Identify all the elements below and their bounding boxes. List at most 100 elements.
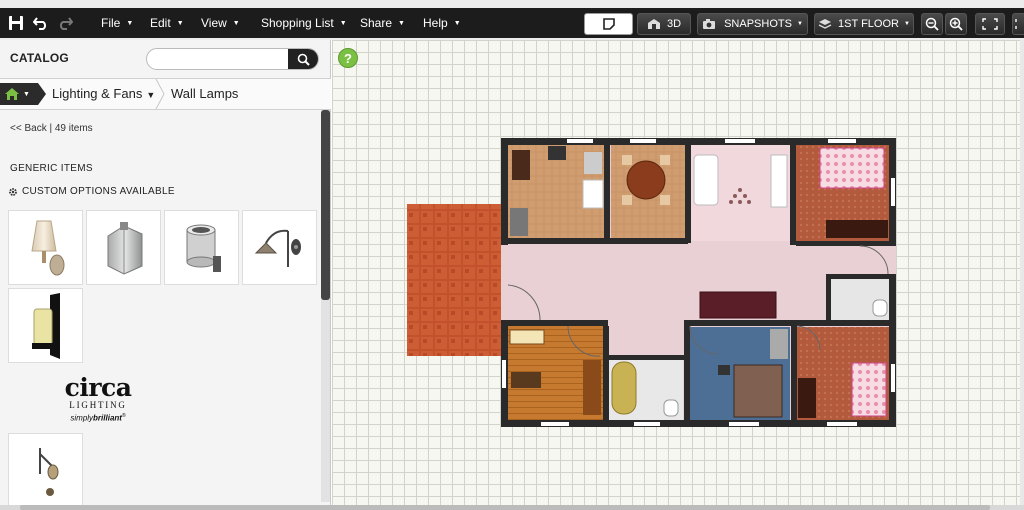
- catalog-panel: CATALOG ▼ Lighting & Fans ▼ Wall Lamps <<…: [0, 40, 331, 510]
- bathtub[interactable]: [611, 361, 637, 415]
- fullscreen-button[interactable]: [1012, 13, 1024, 35]
- home-icon: [5, 88, 19, 100]
- wall-lantern-box-icon: [107, 221, 142, 275]
- search-input[interactable]: [153, 50, 283, 68]
- wall-lamp-item[interactable]: [8, 210, 83, 285]
- wall-sconce-shade-icon: [30, 220, 64, 275]
- redo-icon[interactable]: [54, 11, 76, 35]
- design-canvas[interactable]: [332, 40, 1024, 505]
- help-button[interactable]: ?: [338, 48, 358, 68]
- bed[interactable]: [819, 147, 885, 189]
- menu-edit-label: Edit: [150, 16, 171, 30]
- fit-screen-icon: [982, 18, 998, 30]
- zoom-out-button[interactable]: [921, 13, 943, 35]
- zoom-in-button[interactable]: [945, 13, 967, 35]
- dresser[interactable]: [798, 378, 816, 418]
- item-count: 49 items: [54, 123, 93, 134]
- back-link[interactable]: << Back: [10, 123, 47, 134]
- brand-tagline-brilliant: brilliant: [93, 413, 122, 423]
- wall-lamp-item[interactable]: [164, 210, 239, 285]
- menu-share[interactable]: Share ▼: [360, 8, 405, 38]
- breadcrumb: ▼ Lighting & Fans ▼ Wall Lamps: [0, 78, 331, 110]
- search-button[interactable]: [288, 49, 318, 69]
- view-2d-button[interactable]: [584, 13, 633, 35]
- chevron-down-icon: ▼: [126, 20, 134, 27]
- menu-edit[interactable]: Edit ▼: [150, 8, 184, 38]
- top-toolbar: File ▼ Edit ▼ View ▼ Shopping List ▼ Share ▼ …: [0, 0, 1024, 40]
- menu-file[interactable]: File ▼: [101, 8, 133, 38]
- bookshelf[interactable]: [509, 329, 545, 345]
- breadcrumb-home[interactable]: ▼: [0, 83, 38, 105]
- counter[interactable]: [582, 179, 604, 209]
- canvas-vertical-scrollbar[interactable]: [1020, 40, 1024, 505]
- house-3d-icon: [647, 19, 660, 29]
- wall-lamp-item[interactable]: [8, 288, 83, 363]
- sofa[interactable]: [699, 291, 777, 319]
- toilet[interactable]: [872, 299, 888, 317]
- fullscreen-icon: [1015, 19, 1017, 29]
- menu-shopping-list-label: Shopping List: [261, 16, 334, 30]
- patio[interactable]: [407, 204, 502, 356]
- floor-selector[interactable]: 1ST FLOOR ▼: [814, 13, 914, 35]
- generic-items-heading: GENERIC ITEMS: [10, 163, 93, 174]
- results-header: << Back | 49 items: [10, 123, 93, 134]
- menu-help[interactable]: Help ▼: [423, 8, 461, 38]
- wall-lamp-item[interactable]: [8, 433, 83, 510]
- fit-screen-button[interactable]: [975, 13, 1005, 35]
- cabinet[interactable]: [770, 154, 788, 208]
- menu-shopping-list[interactable]: Shopping List ▼: [261, 8, 347, 38]
- plan-view-icon: [602, 18, 615, 30]
- stove[interactable]: [512, 150, 530, 180]
- chevron-down-icon: ▼: [453, 20, 461, 27]
- app-window: File ▼ Edit ▼ View ▼ Shopping List ▼ Share ▼ …: [0, 0, 1024, 510]
- bathtub[interactable]: [693, 154, 719, 206]
- chevron-down-icon: ▼: [339, 20, 347, 27]
- menu-share-label: Share: [360, 16, 393, 30]
- menu-view-label: View: [201, 16, 227, 30]
- chevron-down-icon: ▼: [903, 21, 910, 27]
- bed[interactable]: [733, 364, 783, 418]
- chevron-down-icon: ▼: [796, 21, 803, 27]
- horizontal-scrollbar-thumb[interactable]: [20, 505, 990, 510]
- menu-view[interactable]: View ▼: [201, 8, 240, 38]
- save-icon[interactable]: [4, 11, 28, 35]
- wall-lamp-item[interactable]: [86, 210, 161, 285]
- gear-icon: [9, 187, 17, 196]
- camera-icon: [703, 19, 716, 29]
- search-icon: [297, 53, 310, 66]
- cylinder-sconce-icon: [186, 224, 221, 272]
- brand-trademark: ®: [121, 413, 126, 419]
- wardrobe[interactable]: [770, 329, 788, 359]
- layers-icon: [818, 19, 832, 29]
- desk[interactable]: [511, 372, 541, 388]
- cabinet[interactable]: [583, 360, 601, 415]
- brand-tagline: simplybrilliant®: [58, 410, 138, 425]
- dining-table[interactable]: [626, 160, 666, 200]
- view-3d-label: 3D: [666, 18, 682, 30]
- fridge[interactable]: [548, 146, 566, 160]
- chevron-down-icon: ▼: [23, 90, 30, 98]
- bed[interactable]: [851, 362, 887, 417]
- menu-help-label: Help: [423, 16, 448, 30]
- counter[interactable]: [584, 152, 602, 174]
- catalog-search: [146, 48, 319, 70]
- chevron-down-icon: ▼: [398, 20, 405, 27]
- breadcrumb-separator: [38, 83, 46, 105]
- brand-name: circa: [64, 373, 132, 402]
- breadcrumb-lighting-fans[interactable]: Lighting & Fans ▼: [52, 79, 155, 109]
- custom-options-label: CUSTOM OPTIONS AVAILABLE: [22, 186, 175, 197]
- wall-lamp-item[interactable]: [242, 210, 317, 285]
- catalog-scrollbar-thumb[interactable]: [321, 110, 330, 300]
- dresser[interactable]: [826, 220, 888, 238]
- view-3d-button[interactable]: 3D: [637, 13, 691, 35]
- undo-icon[interactable]: [30, 11, 52, 35]
- candle-sconce-icon: [31, 292, 60, 359]
- catalog-title: CATALOG: [10, 51, 69, 65]
- snapshots-button[interactable]: SNAPSHOTS ▼: [697, 13, 808, 35]
- arm-wall-lamp-icon: [38, 448, 58, 496]
- breadcrumb-wall-lamps[interactable]: Wall Lamps: [171, 79, 238, 109]
- floor-plan[interactable]: [332, 40, 1024, 505]
- toilet[interactable]: [663, 399, 679, 417]
- sink[interactable]: [510, 208, 528, 236]
- snapshots-label: SNAPSHOTS: [724, 18, 792, 30]
